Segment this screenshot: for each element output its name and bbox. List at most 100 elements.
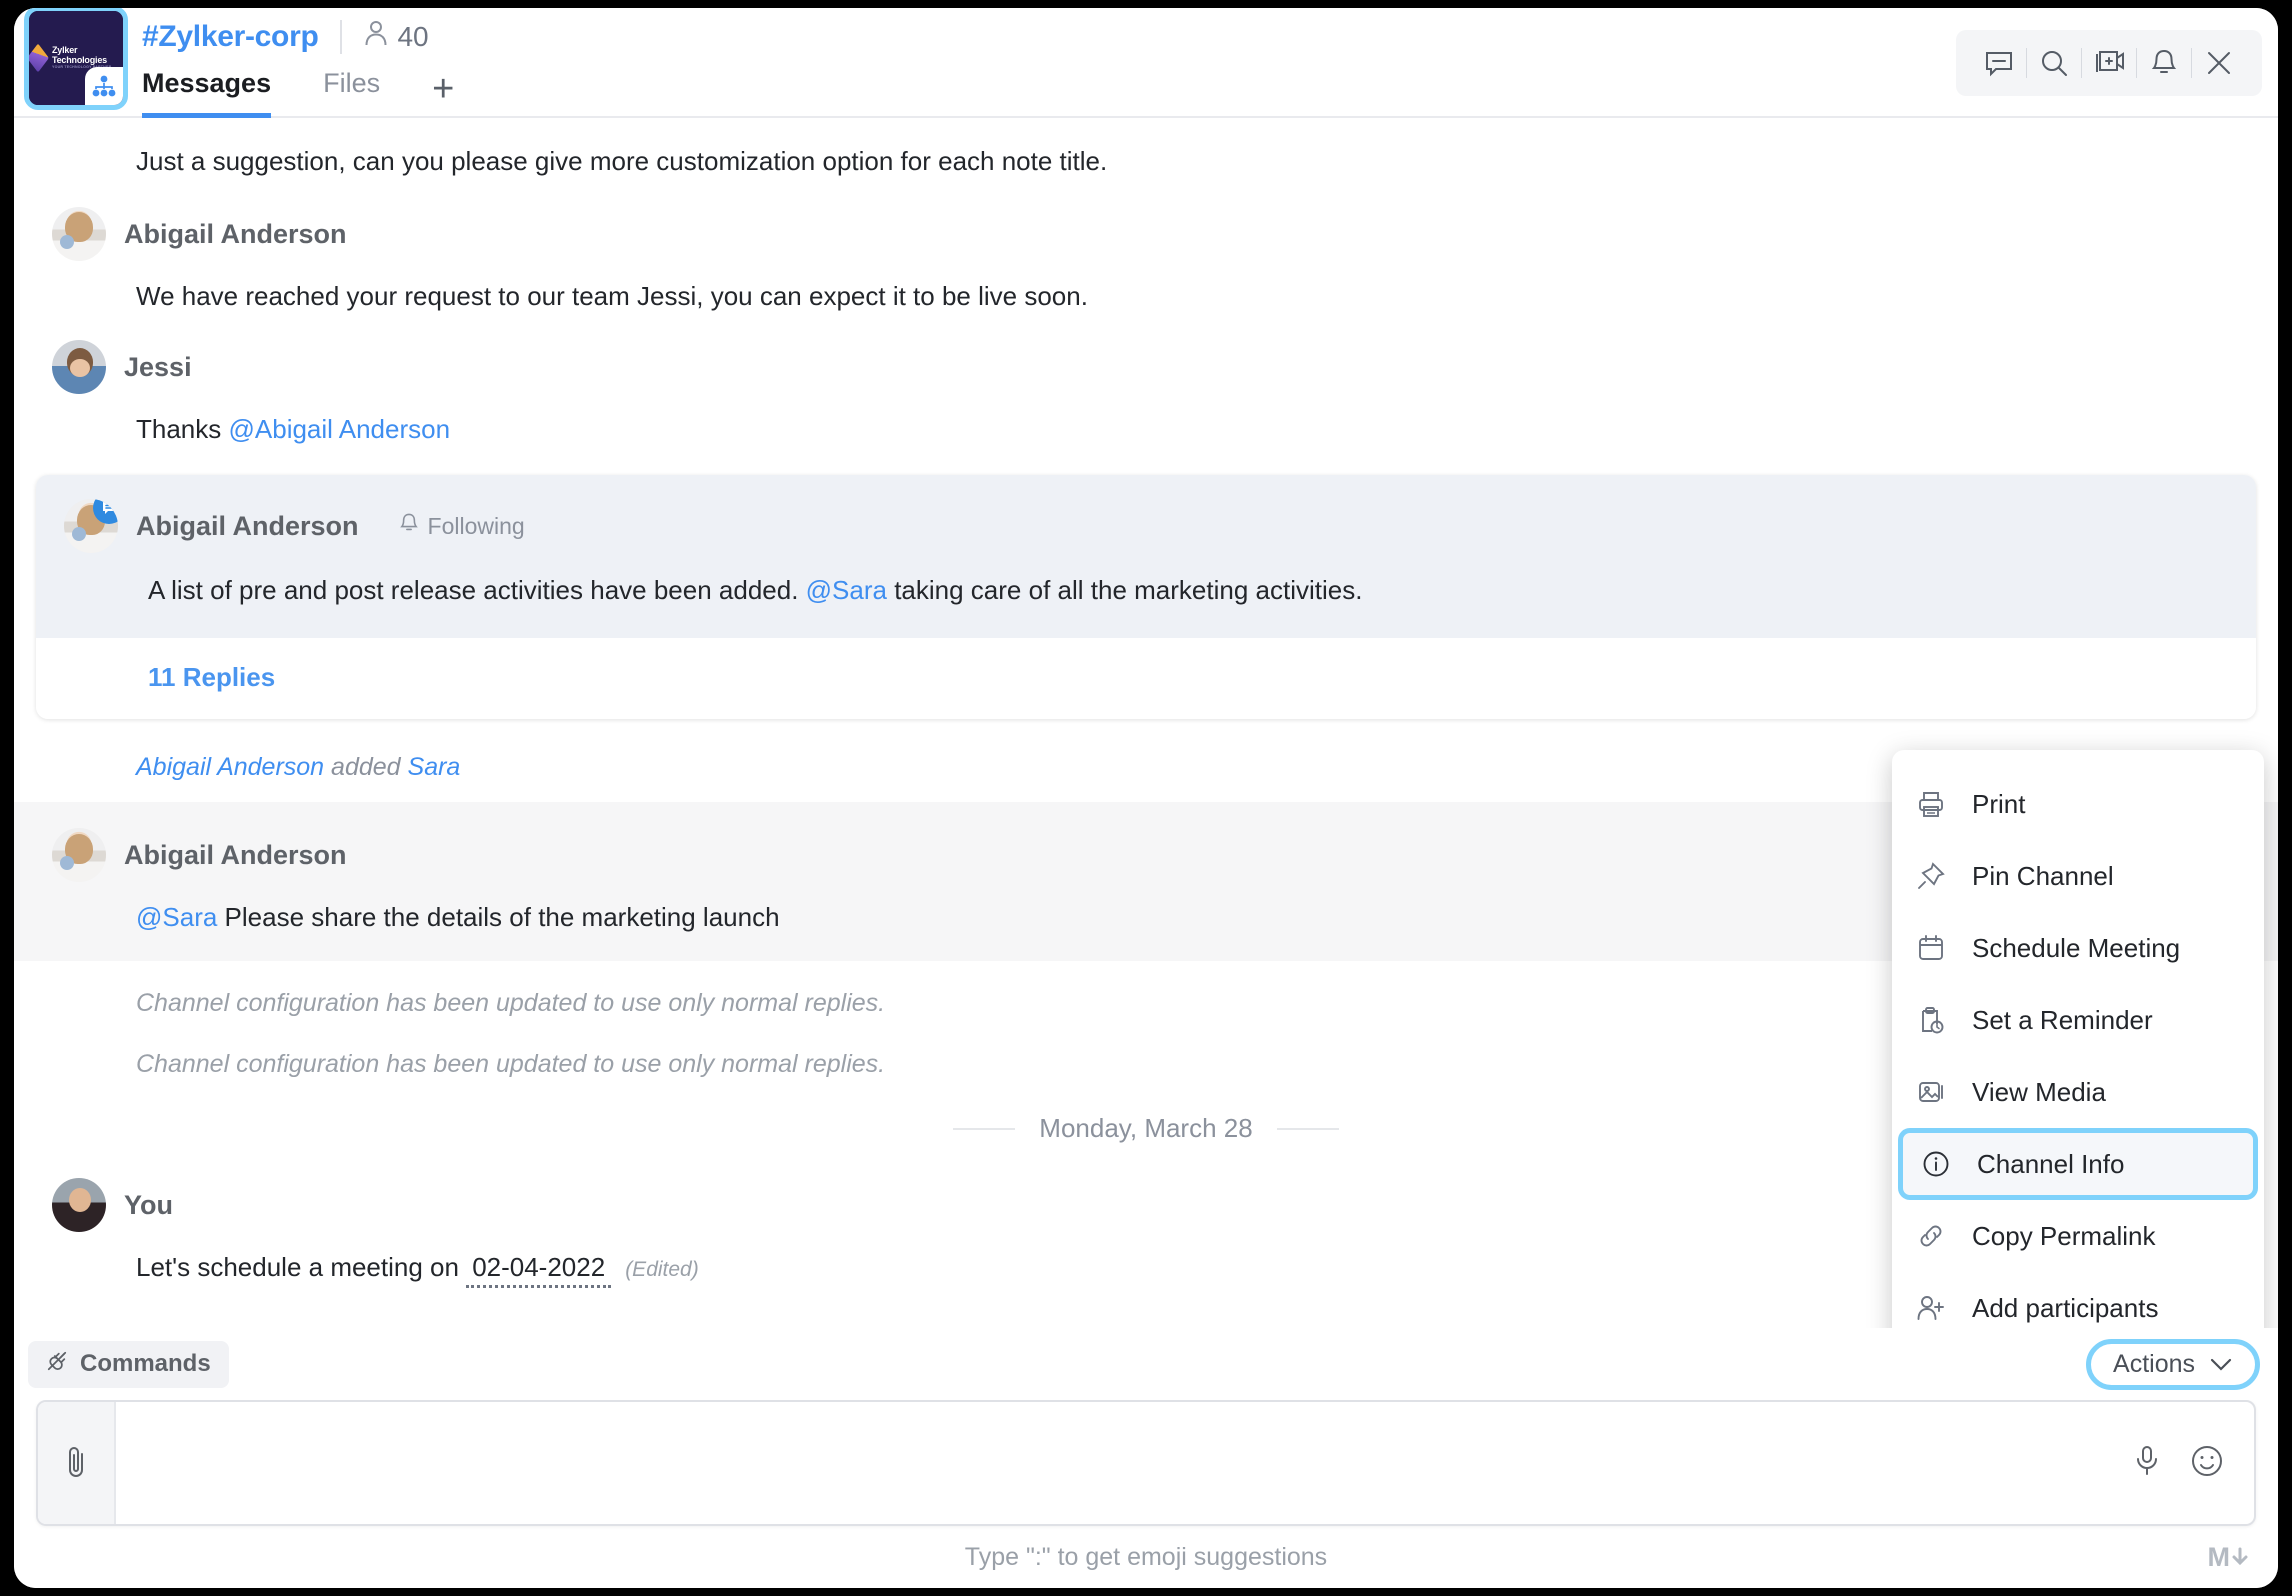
message-author: Jessi xyxy=(124,352,192,383)
thread-replies-link[interactable]: 11 Replies xyxy=(36,662,275,693)
message-text: Just a suggestion, can you please give m… xyxy=(14,144,2278,179)
member-count-value: 40 xyxy=(397,21,428,53)
thread-card: Abigail Anderson Following A list of pre… xyxy=(36,475,2256,719)
chevron-down-icon xyxy=(2209,1350,2233,1379)
microphone-icon[interactable] xyxy=(2132,1444,2162,1483)
system-verb: added xyxy=(324,753,407,781)
bell-icon xyxy=(399,512,419,540)
mention-link[interactable]: @Sara xyxy=(806,575,887,605)
menu-item-print[interactable]: Print xyxy=(1892,768,2264,840)
action-bar: Commands Actions xyxy=(14,1328,2278,1400)
following-indicator[interactable]: Following xyxy=(399,512,525,540)
message-author: Abigail Anderson xyxy=(136,511,359,542)
image-icon xyxy=(1914,1078,1948,1106)
info-icon xyxy=(1919,1149,1953,1179)
divider xyxy=(1277,1128,1339,1130)
workspace-logo[interactable]: Zylker Technologies YOUR TECHNOLOGY PART… xyxy=(24,8,128,110)
system-target[interactable]: Sara xyxy=(408,753,461,781)
add-video-icon[interactable] xyxy=(2082,38,2136,88)
search-icon[interactable] xyxy=(2027,38,2081,88)
commands-button[interactable]: Commands xyxy=(28,1341,229,1388)
markdown-down-arrow-icon[interactable]: M xyxy=(2208,1542,2251,1573)
menu-item-label: View Media xyxy=(1972,1077,2106,1108)
message-author-row: Jessi xyxy=(14,340,2278,394)
compose-icons xyxy=(2132,1402,2254,1524)
app-window: Zylker Technologies YOUR TECHNOLOGY PART… xyxy=(14,8,2278,1588)
menu-item-pin-channel[interactable]: Pin Channel xyxy=(1892,840,2264,912)
avatar[interactable] xyxy=(52,1178,106,1232)
message-text-body: Please share the details of the marketin… xyxy=(217,902,779,932)
thread-text-before: A list of pre and post release activitie… xyxy=(148,575,806,605)
menu-item-label: Set a Reminder xyxy=(1972,1005,2153,1036)
add-tab-button[interactable]: + xyxy=(432,74,454,118)
commands-label: Commands xyxy=(80,1350,211,1378)
message-text-prefix: Thanks xyxy=(136,414,229,444)
member-count[interactable]: 40 xyxy=(364,20,428,54)
plug-icon xyxy=(46,1350,68,1379)
channel-tabs: Messages Files + xyxy=(142,64,454,118)
avatar[interactable] xyxy=(52,340,106,394)
comment-icon[interactable] xyxy=(1972,38,2026,88)
message-item: Abigail Anderson We have reached your re… xyxy=(14,179,2278,314)
divider xyxy=(340,20,342,54)
channel-header: Zylker Technologies YOUR TECHNOLOGY PART… xyxy=(14,8,2278,118)
menu-item-label: Pin Channel xyxy=(1972,861,2114,892)
menu-item-label: Add participants xyxy=(1972,1293,2158,1324)
thread-text-after: taking care of all the marketing activit… xyxy=(887,575,1362,605)
message-input[interactable] xyxy=(116,1402,2132,1524)
bell-icon[interactable] xyxy=(2137,38,2191,88)
thread-chat-icon xyxy=(93,499,118,524)
following-label: Following xyxy=(428,513,525,540)
message-list[interactable]: Just a suggestion, can you please give m… xyxy=(14,118,2278,1328)
close-icon[interactable] xyxy=(2192,38,2246,88)
printer-icon xyxy=(1914,790,1948,818)
tab-messages[interactable]: Messages xyxy=(142,68,271,118)
menu-item-view-media[interactable]: View Media xyxy=(1892,1056,2264,1128)
compose-area: Type ":" to get emoji suggestions M xyxy=(14,1400,2278,1588)
paperclip-icon[interactable] xyxy=(38,1402,116,1524)
thread-parent-message: Abigail Anderson Following A list of pre… xyxy=(36,475,2256,638)
cube-icon xyxy=(27,43,49,72)
actions-dropdown-menu[interactable]: Print Pin Channel xyxy=(1892,750,2264,1328)
channel-name[interactable]: #Zylker-corp xyxy=(142,20,318,54)
message-text: We have reached your request to our team… xyxy=(14,279,2278,314)
menu-item-channel-info[interactable]: Channel Info xyxy=(1898,1128,2258,1200)
mention-link[interactable]: @Abigail Anderson xyxy=(229,414,451,444)
message-author: Abigail Anderson xyxy=(124,840,347,871)
person-icon xyxy=(364,20,388,54)
tab-files[interactable]: Files xyxy=(323,68,380,118)
menu-item-label: Schedule Meeting xyxy=(1972,933,2180,964)
thread-message-text: A list of pre and post release activitie… xyxy=(36,573,2256,608)
menu-item-label: Channel Info xyxy=(1977,1149,2124,1180)
smiley-icon[interactable] xyxy=(2190,1444,2224,1483)
message-item: Jessi Thanks @Abigail Anderson xyxy=(14,314,2278,447)
message-author-row: Abigail Anderson xyxy=(14,207,2278,261)
message-author-row: Abigail Anderson Following xyxy=(36,499,2256,553)
menu-item-schedule-meeting[interactable]: Schedule Meeting xyxy=(1892,912,2264,984)
message-item: Just a suggestion, can you please give m… xyxy=(14,118,2278,179)
menu-item-copy-permalink[interactable]: Copy Permalink xyxy=(1892,1200,2264,1272)
person-add-icon xyxy=(1914,1294,1948,1322)
system-actor[interactable]: Abigail Anderson xyxy=(136,753,324,781)
mention-link[interactable]: @Sara xyxy=(136,902,217,932)
link-icon xyxy=(1914,1222,1948,1250)
header-tools xyxy=(1956,30,2262,96)
menu-item-add-participants[interactable]: Add participants xyxy=(1892,1272,2264,1328)
channel-title-row: #Zylker-corp 40 xyxy=(142,20,429,54)
menu-item-label: Copy Permalink xyxy=(1972,1221,2156,1252)
compose-hint-bar: Type ":" to get emoji suggestions M xyxy=(36,1526,2256,1588)
avatar[interactable] xyxy=(64,499,118,553)
org-chart-icon xyxy=(85,67,123,105)
thread-replies-row: 11 Replies xyxy=(36,638,2256,719)
avatar[interactable] xyxy=(52,207,106,261)
actions-button[interactable]: Actions xyxy=(2086,1339,2260,1390)
date-divider-label: Monday, March 28 xyxy=(1039,1113,1252,1144)
markdown-letter: M xyxy=(2208,1542,2231,1573)
divider xyxy=(953,1128,1015,1130)
pin-icon xyxy=(1914,862,1948,890)
message-author: You xyxy=(124,1190,173,1221)
menu-item-set-a-reminder[interactable]: Set a Reminder xyxy=(1892,984,2264,1056)
avatar[interactable] xyxy=(52,828,106,882)
date-value[interactable]: 02-04-2022 xyxy=(466,1252,611,1288)
menu-item-label: Print xyxy=(1972,789,2025,820)
